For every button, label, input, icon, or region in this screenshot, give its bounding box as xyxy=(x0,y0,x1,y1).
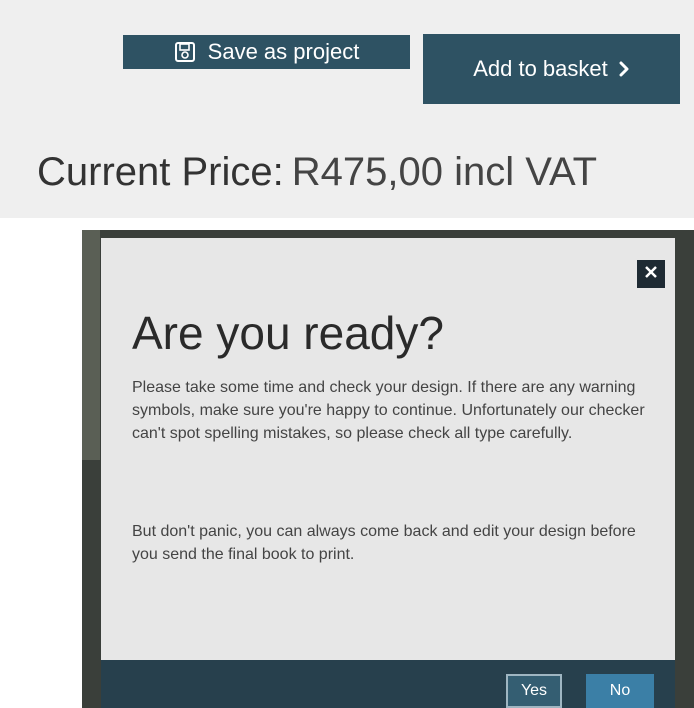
background-image xyxy=(82,230,100,460)
price-label: Current Price: xyxy=(37,150,284,194)
close-button[interactable] xyxy=(637,260,665,288)
save-as-project-button[interactable]: Save as project xyxy=(123,35,410,69)
product-header: Save as project Add to basket Current Pr… xyxy=(0,0,694,218)
current-price: Current Price: R475,00 incl VAT xyxy=(37,150,597,195)
floppy-disk-icon xyxy=(174,41,196,63)
add-to-basket-label: Add to basket xyxy=(473,56,608,81)
chevron-right-icon xyxy=(618,61,630,77)
price-value: R475,00 incl VAT xyxy=(291,150,598,194)
dialog-title: Are you ready? xyxy=(132,307,444,359)
save-as-project-label: Save as project xyxy=(207,39,360,64)
dialog-paragraph: Please take some time and check your des… xyxy=(132,379,645,442)
yes-button[interactable]: Yes xyxy=(506,674,562,708)
add-to-basket-button[interactable]: Add to basket xyxy=(423,34,680,104)
dialog-footer: Yes No xyxy=(101,660,675,708)
no-button[interactable]: No xyxy=(586,674,654,708)
confirm-dialog: Are you ready? Please take some time and… xyxy=(101,238,675,708)
close-icon xyxy=(644,265,658,284)
dialog-paragraph: But don't panic, you can always come bac… xyxy=(132,523,636,563)
